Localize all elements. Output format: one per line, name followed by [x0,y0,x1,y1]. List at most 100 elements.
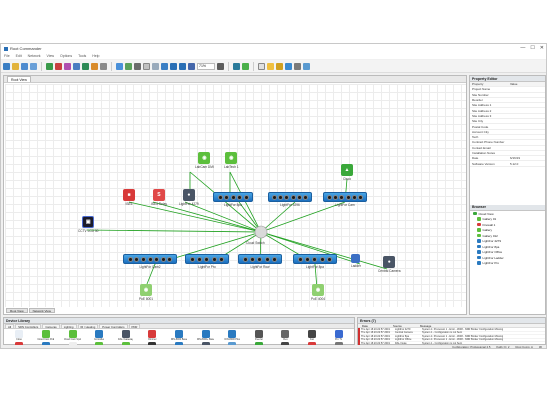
zoom-out-icon[interactable] [179,62,186,70]
pointer-icon[interactable] [267,62,274,70]
library-item[interactable]: Cloud Cam Spot [59,330,86,341]
copy-icon[interactable] [73,62,80,70]
device-icon [95,330,104,338]
maximize-button[interactable]: ☐ [530,45,534,51]
menu-edit[interactable]: Edit [16,54,22,58]
library-tab[interactable]: IR / Heating [77,324,99,329]
network-diagram[interactable]: ◉ LabCam DMI ◉ LabTech 1 ▲ Cisco ■ ISE5 … [5,84,466,307]
paste-icon[interactable] [82,62,89,70]
switch-node[interactable]: LightFor 8pa [293,254,337,269]
library-tab[interactable]: Lighting [60,324,77,329]
zoom-in-icon[interactable] [170,62,177,70]
switch-node[interactable]: LightFor Pro [185,254,229,269]
property-value[interactable]: 6/16/19 [510,156,545,160]
library-tab[interactable]: Cameras [42,324,60,329]
library-item[interactable]: DIN-8000+ Base [192,330,219,341]
property-value[interactable]: 5.12.0 [510,162,545,166]
layer-icon[interactable] [217,62,224,70]
new-icon[interactable] [3,62,10,70]
device-node[interactable]: ◉ PoE 4004 [311,284,325,301]
minimize-button[interactable]: — [520,45,525,51]
menu-options[interactable]: Options [60,54,72,58]
switch-node[interactable]: LightFor Row [238,254,282,269]
pan-icon[interactable] [276,62,283,70]
device-node[interactable]: ◉ PoE 8001 [139,284,153,301]
tab-network-view[interactable]: Network View [28,308,55,313]
library-item[interactable]: Dimmer [139,330,166,341]
device-node[interactable]: ▣ CCTV LCD 30 [78,216,98,233]
node-label: LightFor 4296 [280,203,300,207]
library-tab[interactable]: PDR [128,324,141,329]
cloud-hub-icon[interactable] [254,225,268,239]
grid-icon[interactable] [143,62,150,70]
redo-icon[interactable] [100,62,107,70]
device-node[interactable]: ■ ISE5 [123,189,135,206]
zoom-select[interactable]: 71% [197,62,215,70]
device-tree-icon [477,261,481,265]
save-icon[interactable] [21,62,28,70]
cut-icon[interactable] [64,62,71,70]
library-tab[interactable]: Power Controllers [99,324,128,329]
close-button[interactable]: ✕ [540,45,544,51]
library-item[interactable]: DIN-8000 Base [166,330,193,341]
library-item[interactable]: DIN-8000 Plus [219,330,246,341]
library-item-label: Cloud Cam PoE [37,338,55,341]
browser-item[interactable]: LightFor Pro [473,260,545,266]
device-node[interactable]: ● Central Camera [378,256,401,273]
switch-node[interactable]: LightFor Cam2 [123,254,177,269]
menu-help[interactable]: Help [92,54,99,58]
library-item-label: DALI Gateway [118,338,134,341]
browser-item-label: LightFor 4279 [482,239,502,243]
library-item[interactable]: Freezer [246,330,273,341]
save-as-icon[interactable] [30,62,37,70]
image-icon[interactable] [258,62,265,70]
library-item[interactable]: Fan [299,330,326,341]
fit-icon[interactable] [161,62,168,70]
menu-tools[interactable]: Tools [78,54,86,58]
device-node[interactable]: ● LightFor 4279 [179,189,199,206]
device-node[interactable]: ▲ Cisco [341,164,353,181]
library-item[interactable]: Controller [86,330,113,341]
undo-icon[interactable] [91,62,98,70]
library-item[interactable]: Cloud Cam PoE [33,330,60,341]
library-item[interactable]: Cloud [6,330,33,341]
zoom-reset-icon[interactable] [188,62,195,70]
send-icon[interactable] [116,62,123,70]
property-list: Project Name Site Number Reorder Site Addre… [470,87,545,167]
export-icon[interactable] [46,62,53,70]
text-icon[interactable] [294,62,301,70]
align-icon[interactable] [152,62,159,70]
access-point-icon: ◉ [225,152,238,164]
device-node[interactable]: ◉ LabCam DMI [195,152,214,169]
switch-node[interactable]: LightFor 4296 [268,192,312,207]
qr-icon[interactable] [233,62,240,70]
library-item[interactable]: Pro TV [325,330,352,341]
device-node[interactable]: S ISE5 Relay [151,189,167,206]
device-node[interactable]: Ladder [351,254,361,268]
library-tab[interactable]: All [5,324,15,329]
receive-icon[interactable] [125,62,132,70]
tab-root-view[interactable]: Root View [7,76,31,82]
hub-node[interactable]: Cloud Switch [246,240,265,245]
connect-icon[interactable] [285,62,292,70]
node-label: LightFor 4279 [179,202,199,206]
network-icon[interactable] [242,62,249,70]
menu-view[interactable]: View [47,54,55,58]
settings-icon[interactable] [134,62,141,70]
draw-icon[interactable] [303,62,310,70]
menu-network[interactable]: Network [28,54,41,58]
switch-icon [185,254,229,264]
open-icon[interactable] [12,62,19,70]
upload-icon[interactable] [55,62,62,70]
library-item-label: DIN-8000+ Base [196,338,215,341]
device-icon [174,330,183,338]
library-item[interactable]: DALI Gateway [112,330,139,341]
menu-file[interactable]: File [4,54,10,58]
switch-node[interactable]: LightFor Cam [323,192,367,207]
library-item[interactable]: Flex [272,330,299,341]
tab-root-view-bottom[interactable]: Root View [6,308,28,313]
device-node[interactable]: ◉ LabTech 1 [224,152,239,169]
switch-node[interactable]: LightFor 8pa [213,192,253,207]
library-tab[interactable]: SDN Controllers [15,324,42,329]
device-icon [148,330,157,338]
